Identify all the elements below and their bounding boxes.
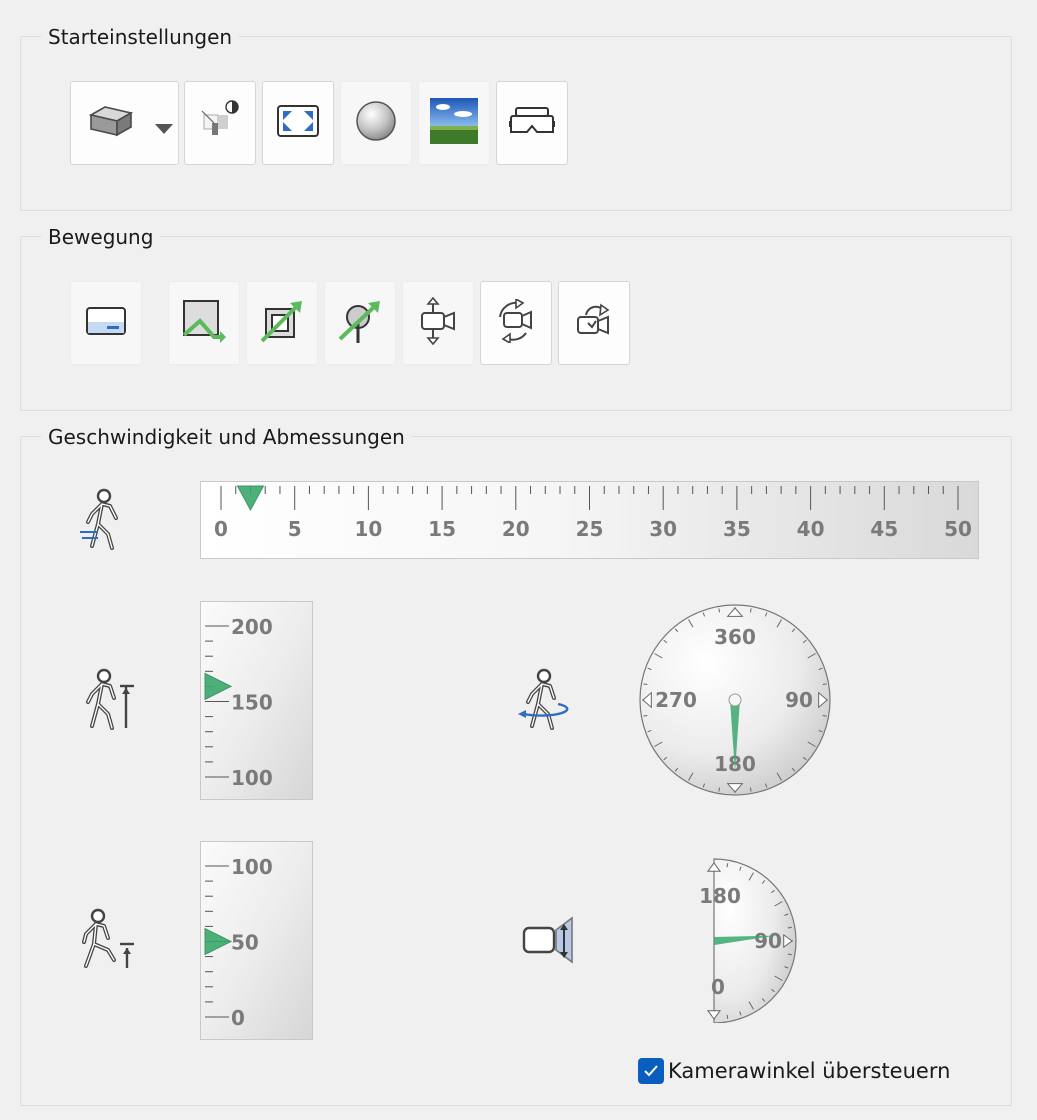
walker-turn-icon (514, 668, 576, 736)
eye-height-tick-label: 200 (231, 615, 273, 639)
pitch-label: 90 (754, 929, 782, 953)
heading-tick (822, 714, 827, 717)
heading-label: 270 (655, 688, 697, 712)
box-view-icon (88, 103, 134, 143)
walker-step-icon (80, 908, 136, 976)
heading-label: 360 (714, 625, 756, 649)
eye-height-marker (204, 672, 233, 701)
heading-tick (643, 683, 648, 686)
fly-button[interactable] (246, 281, 318, 365)
camera-orbit-button[interactable] (480, 281, 552, 365)
speed-marker (236, 485, 265, 512)
speed-tick-label: 15 (428, 517, 456, 541)
camera-turn-button[interactable] (558, 281, 630, 365)
vr-headset-icon (509, 106, 555, 140)
speed-tick-label: 45 (870, 517, 898, 541)
eye-height-scale: 200 150 100 (204, 615, 273, 790)
speed-tick-label: 20 (502, 517, 530, 541)
pitch-tick (787, 926, 792, 929)
speed-tick-label: 30 (649, 517, 677, 541)
step-height-marker (204, 927, 233, 956)
heading-dial[interactable]: 36090180270 (637, 602, 833, 802)
camera-tilt-icon (522, 912, 578, 972)
group-title-speed: Geschwindigkeit und Abmessungen (41, 424, 412, 450)
group-title-motion: Bewegung (41, 224, 161, 250)
pitch-tick (787, 953, 792, 956)
speed-tick-label: 50 (944, 517, 972, 541)
sphere-button[interactable] (340, 81, 412, 165)
speed-tick-label: 10 (354, 517, 382, 541)
heading-tick (718, 608, 721, 613)
screen-button[interactable] (70, 281, 142, 365)
checkmark-icon (644, 1065, 658, 1077)
step-height-tick-label: 0 (231, 1006, 245, 1030)
eye-height-tick-label: 150 (231, 691, 273, 715)
step-height-tick-label: 50 (231, 931, 259, 955)
fly-path-icon (258, 297, 306, 349)
walk-speed-slider[interactable]: 0 5 10 15 20 25 30 35 40 45 50 (200, 481, 979, 559)
pitch-label: 180 (700, 884, 741, 908)
fit-view-icon (276, 104, 320, 142)
heading-tick (749, 787, 752, 792)
vr-button[interactable] (496, 81, 568, 165)
walk-button[interactable] (168, 281, 240, 365)
speed-tick-label: 40 (797, 517, 825, 541)
walker-height-icon (84, 668, 138, 736)
heading-tick (718, 787, 721, 792)
heading-label: 90 (785, 688, 813, 712)
heading-tick (822, 683, 827, 686)
speed-tick-label: 35 (723, 517, 751, 541)
walk-speed-scale: 0 5 10 15 20 25 30 35 40 45 50 (214, 485, 972, 541)
camera-pan-icon (418, 296, 458, 349)
heading-needle-hub (728, 693, 742, 707)
pitch-tick (726, 863, 729, 868)
walker-speed-icon (78, 488, 128, 556)
step-height-tick-label: 100 (231, 855, 273, 879)
heading-tick (643, 714, 648, 717)
speed-tick-label: 25 (576, 517, 604, 541)
walk-path-icon (180, 297, 228, 349)
camera-orbit-icon (496, 297, 536, 347)
override-camera-angle-label[interactable]: Kamerawinkel übersteuern (668, 1057, 950, 1085)
camera-pan-button[interactable] (402, 281, 474, 365)
step-height-scale: 100 50 0 (204, 855, 273, 1030)
sky-background-icon (429, 97, 479, 149)
lighting-cube-icon (198, 99, 242, 147)
eye-height-tick-label: 100 (231, 766, 273, 790)
lighting-button[interactable] (184, 81, 256, 165)
sphere-icon (355, 100, 397, 146)
group-title-start: Starteinstellungen (41, 24, 240, 50)
eye-height-slider[interactable]: 200 150 100 (200, 601, 313, 800)
fit-view-button[interactable] (262, 81, 334, 165)
view-mode-button[interactable] (70, 81, 179, 165)
speed-tick-label: 5 (288, 517, 302, 541)
dropdown-arrow-icon[interactable] (155, 120, 173, 139)
step-height-slider[interactable]: 100 50 0 (200, 841, 313, 1040)
override-camera-angle-checkbox[interactable] (638, 1058, 664, 1084)
pitch-tick (726, 1014, 729, 1019)
screen-icon (85, 306, 127, 340)
pitch-label: 0 (711, 975, 725, 999)
camera-turn-icon (574, 301, 614, 345)
speed-tick-label: 0 (214, 517, 228, 541)
tree-button[interactable] (324, 281, 396, 365)
heading-tick (749, 608, 752, 613)
background-button[interactable] (418, 81, 490, 165)
pitch-dial[interactable]: 180 90 0 (699, 857, 804, 1027)
tree-path-icon (336, 297, 384, 349)
